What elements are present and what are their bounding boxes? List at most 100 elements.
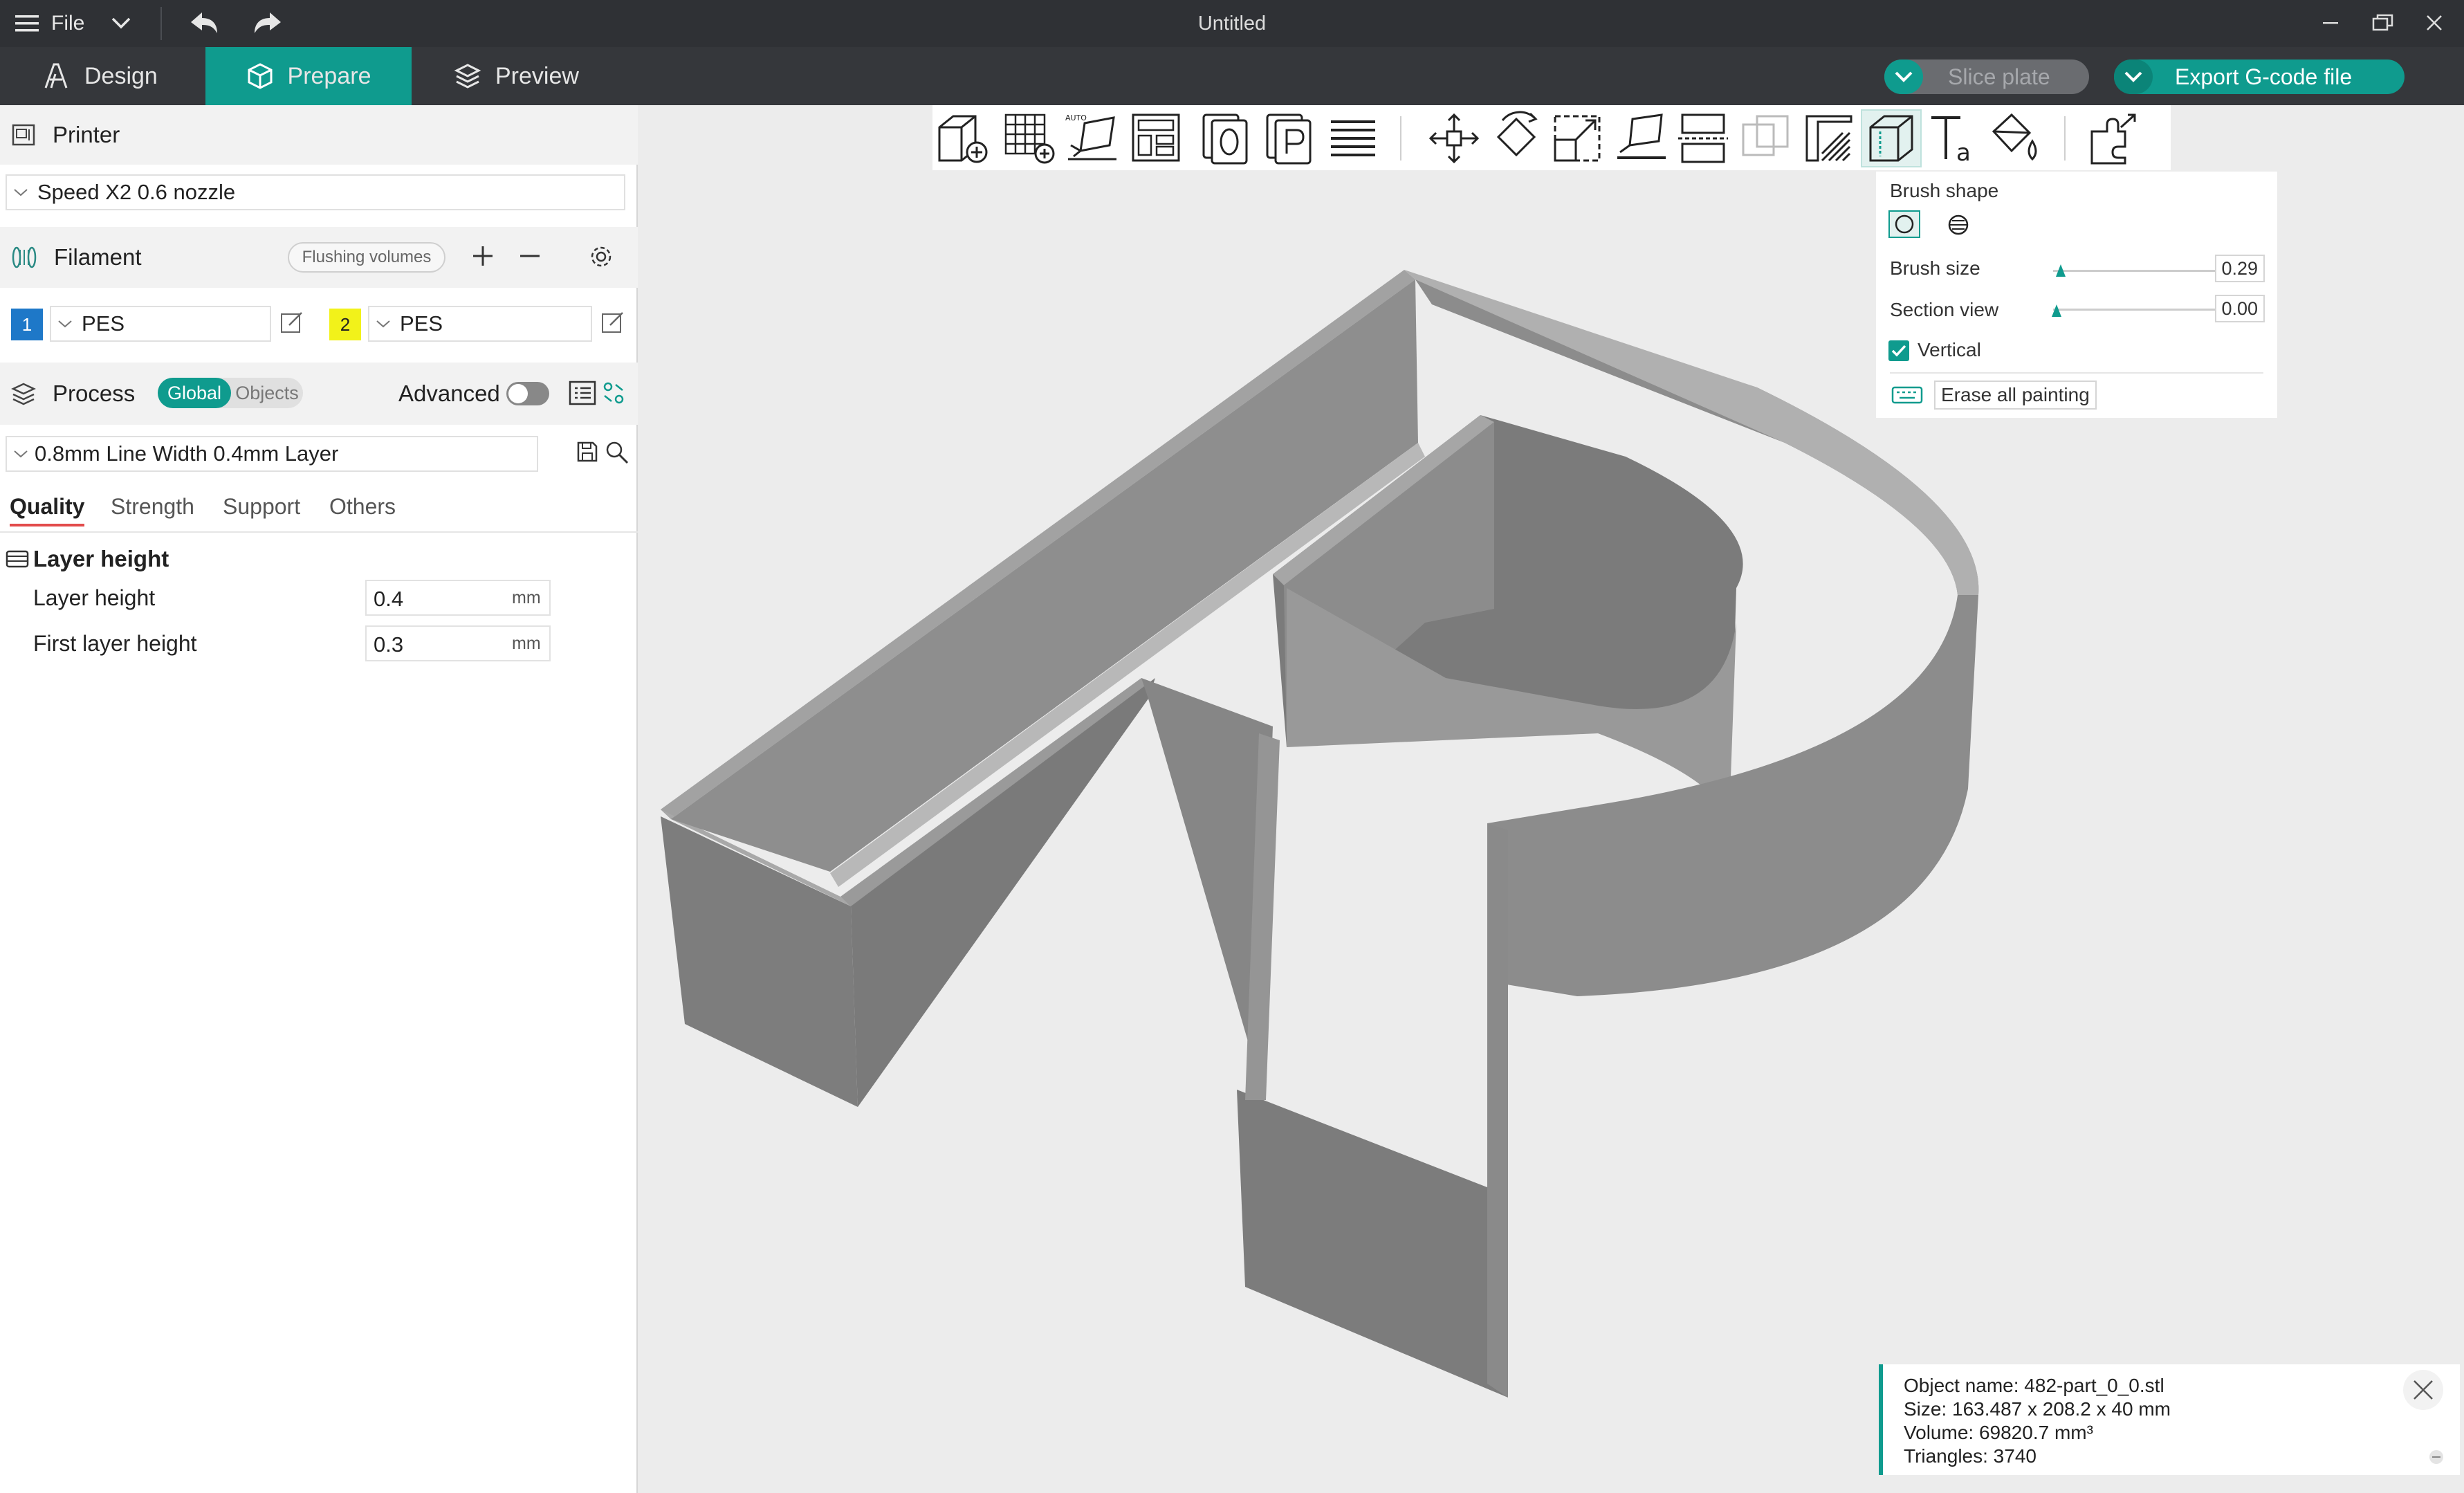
param-unit: mm — [512, 634, 541, 653]
mesh-boolean-icon[interactable] — [1735, 109, 1796, 167]
edit-icon[interactable] — [600, 310, 625, 335]
tab-preview[interactable]: Preview — [454, 47, 579, 105]
search-icon[interactable] — [605, 440, 629, 465]
export-dropdown-button[interactable] — [2114, 59, 2153, 94]
collapse-icon[interactable] — [2428, 1449, 2445, 1465]
circle-brush-icon — [1895, 214, 1914, 234]
scale-icon[interactable] — [1547, 109, 1608, 167]
edit-icon[interactable] — [279, 310, 304, 335]
seam-paint-icon[interactable] — [1861, 109, 1922, 167]
toggle-global[interactable]: Global — [158, 378, 231, 408]
filament-slot-1-index: 1 — [21, 313, 33, 335]
add-object-icon[interactable] — [932, 109, 993, 167]
advanced-label: Advanced — [398, 381, 500, 406]
close-icon[interactable] — [2403, 1370, 2443, 1410]
rotate-icon[interactable] — [1486, 109, 1547, 167]
arrange-icon[interactable] — [1126, 109, 1187, 167]
section-view-input[interactable]: 0.00 — [2215, 295, 2265, 322]
section-view-slider[interactable] — [2053, 309, 2216, 311]
layers-icon[interactable] — [1323, 109, 1383, 167]
param-first-layer-height: First layer height 0.3 mm — [0, 623, 638, 664]
param-layer-height: Layer height 0.4 mm — [0, 577, 638, 619]
global-objects-toggle[interactable]: Global Objects — [158, 378, 303, 408]
assembly-icon[interactable] — [2084, 109, 2144, 167]
tab-preview-label: Preview — [495, 62, 579, 89]
list-icon[interactable] — [569, 381, 596, 405]
filament-slot-2-select[interactable]: PES — [368, 306, 592, 342]
tab-strength[interactable]: Strength — [111, 494, 194, 520]
divider — [160, 7, 162, 40]
color-paint-icon[interactable] — [1984, 109, 2045, 167]
param-value[interactable]: 0.3 — [374, 632, 403, 657]
move-icon[interactable] — [1424, 109, 1484, 167]
vertical-checkbox[interactable] — [1888, 340, 1909, 361]
printer-section-title: Printer — [53, 122, 120, 147]
toggle-objects[interactable]: Objects — [231, 378, 303, 408]
add-icon[interactable] — [470, 244, 495, 268]
gear-icon[interactable] — [588, 244, 614, 270]
brush-sphere-button[interactable] — [1947, 213, 1970, 241]
brush-size-slider[interactable] — [2053, 270, 2216, 272]
lay-on-face-icon[interactable] — [1610, 109, 1671, 167]
advanced-toggle[interactable] — [506, 382, 549, 405]
flushing-volumes-button[interactable]: Flushing volumes — [288, 242, 445, 273]
tab-design[interactable]: Design — [42, 47, 158, 105]
slice-plate-button[interactable]: Slice plate — [1884, 59, 2089, 94]
seam-paint-panel: Brush shape Brush size 0.29 Section view… — [1876, 172, 2277, 418]
restore-icon[interactable] — [2371, 12, 2395, 33]
param-value[interactable]: 0.4 — [374, 587, 403, 611]
auto-orient-icon[interactable]: AUTO — [1061, 109, 1122, 167]
brush-size-input[interactable]: 0.29 — [2215, 255, 2265, 282]
filament-slot-2-material: PES — [400, 311, 443, 336]
tab-quality[interactable]: Quality — [10, 494, 85, 526]
brush-circle-button[interactable] — [1888, 210, 1920, 238]
tab-prepare[interactable]: Prepare — [205, 47, 412, 105]
file-menu[interactable]: File — [15, 0, 84, 47]
chevron-down-icon[interactable] — [111, 15, 131, 30]
toggle-knob — [508, 384, 528, 403]
param-label: Layer height — [33, 585, 156, 610]
object-triangles: Triangles: 3740 — [1904, 1445, 2037, 1467]
split-objects-icon[interactable] — [1195, 109, 1256, 167]
add-plate-grid-icon[interactable] — [999, 109, 1060, 167]
sphere-brush-icon — [1948, 214, 1969, 235]
redo-icon[interactable] — [252, 10, 284, 37]
erase-all-painting-button[interactable]: Erase all painting — [1934, 381, 2097, 410]
slice-dropdown-button[interactable] — [1884, 59, 1923, 94]
compare-icon[interactable] — [602, 381, 625, 405]
process-preset-select[interactable]: 0.8mm Line Width 0.4mm Layer — [6, 436, 538, 472]
brush-shape-label: Brush shape — [1890, 180, 1999, 201]
export-gcode-button[interactable]: Export G-code file — [2114, 59, 2405, 94]
text-icon[interactable]: a — [1923, 109, 1984, 167]
remove-icon[interactable] — [517, 244, 542, 268]
tab-others[interactable]: Others — [329, 494, 396, 520]
file-menu-label[interactable]: File — [51, 12, 84, 35]
brush-size-label: Brush size — [1890, 257, 1980, 279]
filament-slot-1-select[interactable]: PES — [50, 306, 271, 342]
brush-size-slider-knob[interactable] — [2056, 264, 2066, 277]
hamburger-menu-icon[interactable] — [15, 14, 39, 33]
support-paint-icon[interactable] — [1799, 109, 1859, 167]
printer-icon — [11, 123, 36, 147]
undo-icon[interactable] — [188, 10, 220, 37]
tab-support[interactable]: Support — [223, 494, 300, 520]
svg-text:AUTO: AUTO — [1065, 113, 1087, 122]
process-tabs: Quality Strength Support Others — [0, 494, 638, 533]
printer-select[interactable]: Speed X2 0.6 nozzle — [6, 174, 625, 210]
object-info-panel: Object name: 482-part_0_0.stl Size: 163.… — [1879, 1364, 2460, 1475]
cut-icon[interactable] — [1673, 109, 1734, 167]
layer-height-icon — [6, 549, 29, 569]
minimize-icon[interactable] — [2320, 12, 2341, 33]
main-tab-bar: Design Prepare Preview Slice plate Expor… — [0, 47, 2464, 105]
layer-height-group-title: Layer height — [33, 546, 169, 571]
save-icon[interactable] — [576, 440, 599, 464]
section-view-slider-knob[interactable] — [2052, 304, 2061, 317]
close-window-icon[interactable] — [2424, 12, 2445, 33]
printer-section-header: Printer — [0, 105, 638, 165]
filament-slot-1-badge[interactable]: 1 — [11, 309, 43, 340]
layers-stack-icon — [454, 62, 481, 90]
filament-slot-2-badge[interactable]: 2 — [329, 309, 361, 340]
keyboard-icon[interactable] — [1891, 385, 1923, 405]
param-unit: mm — [512, 588, 541, 607]
split-parts-icon[interactable] — [1259, 109, 1320, 167]
